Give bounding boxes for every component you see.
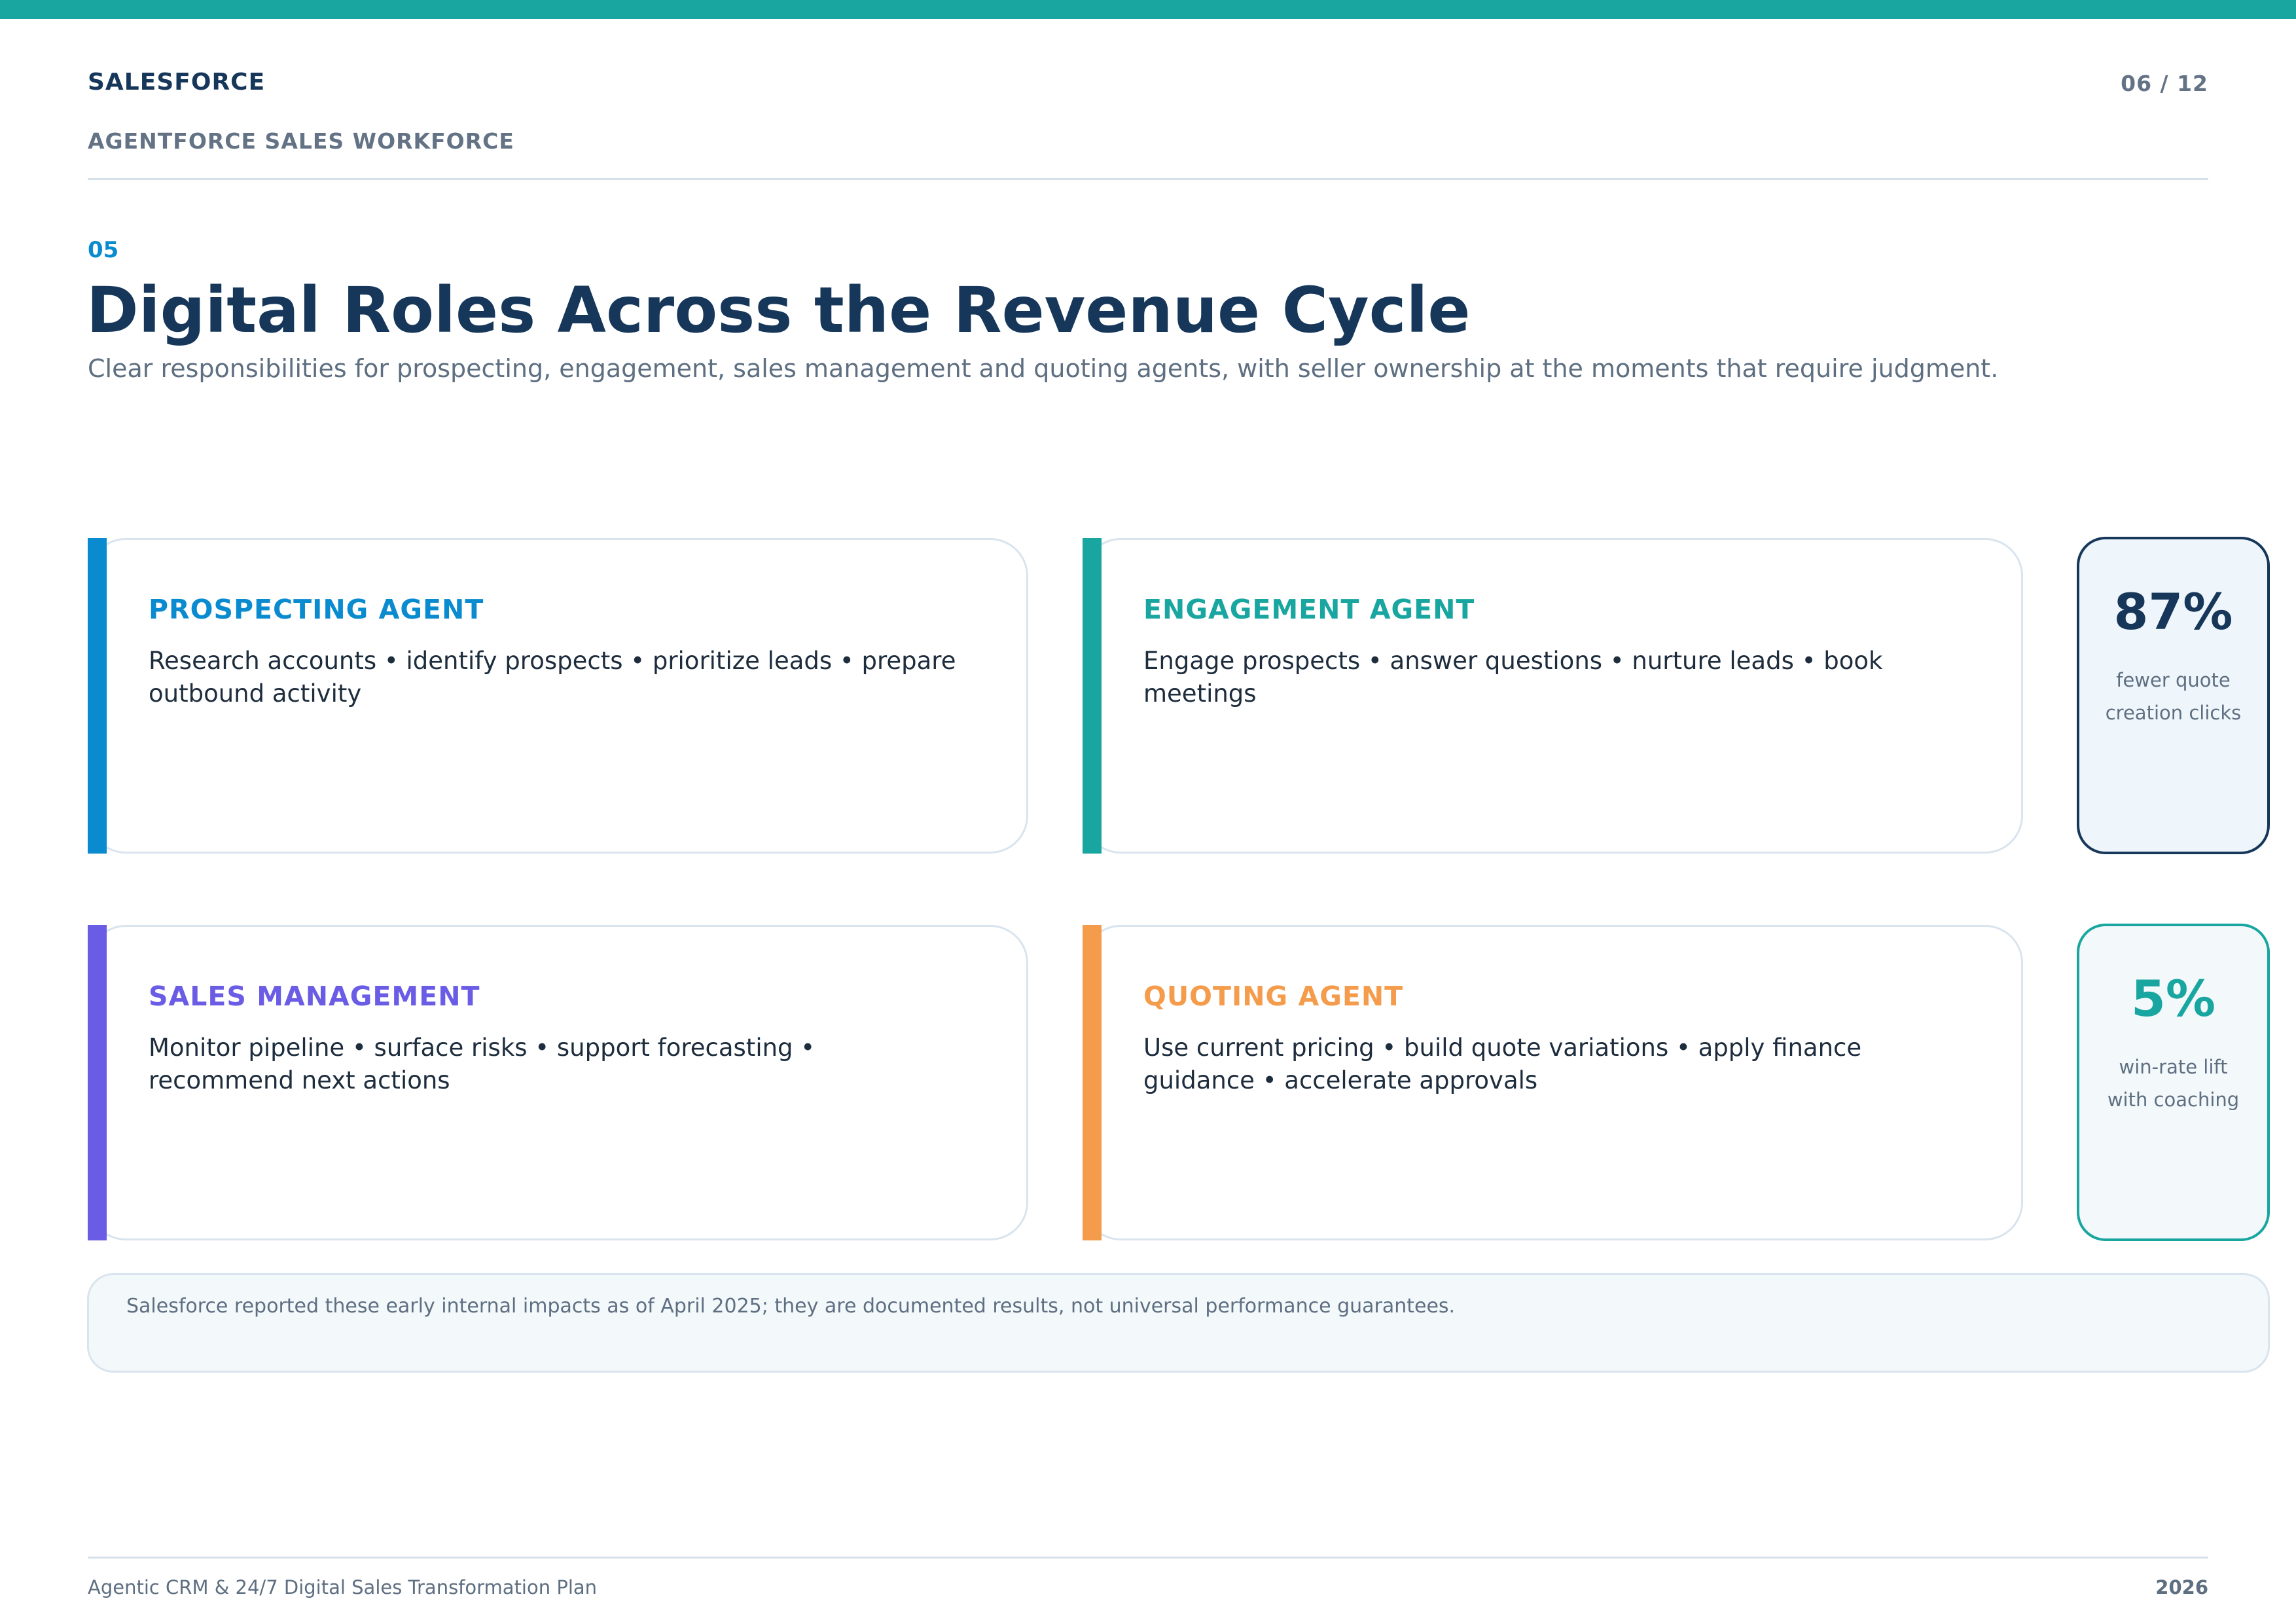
card-description: Use current pricing • build quote variat… (1143, 1034, 1862, 1094)
stat-card-win-rate: 5% win-rate lift with coaching (2077, 924, 2270, 1241)
stat-value: 5% (2130, 969, 2216, 1028)
card-description: Engage prospects • answer questions • nu… (1143, 647, 1883, 708)
page-number: 06 / 12 (2121, 71, 2208, 96)
stat-card-quote-clicks: 87% fewer quote creation clicks (2077, 537, 2270, 854)
brand-name: SALESFORCE (88, 69, 266, 96)
section-number: 05 (88, 237, 119, 263)
page-subtitle: Clear responsibilities for prospecting, … (88, 354, 1999, 383)
stat-label-line: fewer quote (2116, 669, 2231, 691)
stat-label: win-rate lift with coaching (2079, 1051, 2267, 1116)
brand-subtitle: AGENTFORCE SALES WORKFORCE (88, 128, 514, 154)
stat-value: 87% (2113, 583, 2233, 641)
header-divider (88, 178, 2208, 180)
card-accent-bar (1083, 925, 1102, 1240)
card-title: SALES MANAGEMENT (149, 981, 480, 1012)
page-title: Digital Roles Across the Revenue Cycle (86, 274, 1471, 347)
stat-label-line: win-rate lift (2119, 1056, 2228, 1078)
role-card-sales-management: SALES MANAGEMENT Monitor pipeline • surf… (88, 925, 1028, 1240)
stat-label-line: creation clicks (2105, 702, 2242, 724)
role-card-quoting: QUOTING AGENT Use current pricing • buil… (1083, 925, 2023, 1240)
card-title: ENGAGEMENT AGENT (1143, 594, 1475, 625)
card-accent-bar (1083, 538, 1102, 854)
card-description: Research accounts • identify prospects •… (149, 647, 956, 708)
footer-divider (88, 1557, 2208, 1559)
stat-label-line: with coaching (2107, 1089, 2240, 1111)
card-title: QUOTING AGENT (1143, 981, 1404, 1012)
role-card-prospecting: PROSPECTING AGENT Research accounts • id… (88, 538, 1028, 854)
stat-label: fewer quote creation clicks (2079, 664, 2267, 729)
card-accent-bar (88, 538, 107, 854)
card-description: Monitor pipeline • surface risks • suppo… (149, 1034, 816, 1094)
role-card-engagement: ENGAGEMENT AGENT Engage prospects • answ… (1083, 538, 2023, 854)
footer-year: 2026 (2155, 1576, 2208, 1598)
card-accent-bar (88, 925, 107, 1240)
card-title: PROSPECTING AGENT (149, 594, 484, 625)
top-accent-bar (0, 0, 2296, 19)
disclaimer-text: Salesforce reported these early internal… (126, 1295, 1456, 1318)
footer-document-title: Agentic CRM & 24/7 Digital Sales Transfo… (88, 1576, 598, 1598)
disclaimer-note: Salesforce reported these early internal… (87, 1273, 2270, 1373)
